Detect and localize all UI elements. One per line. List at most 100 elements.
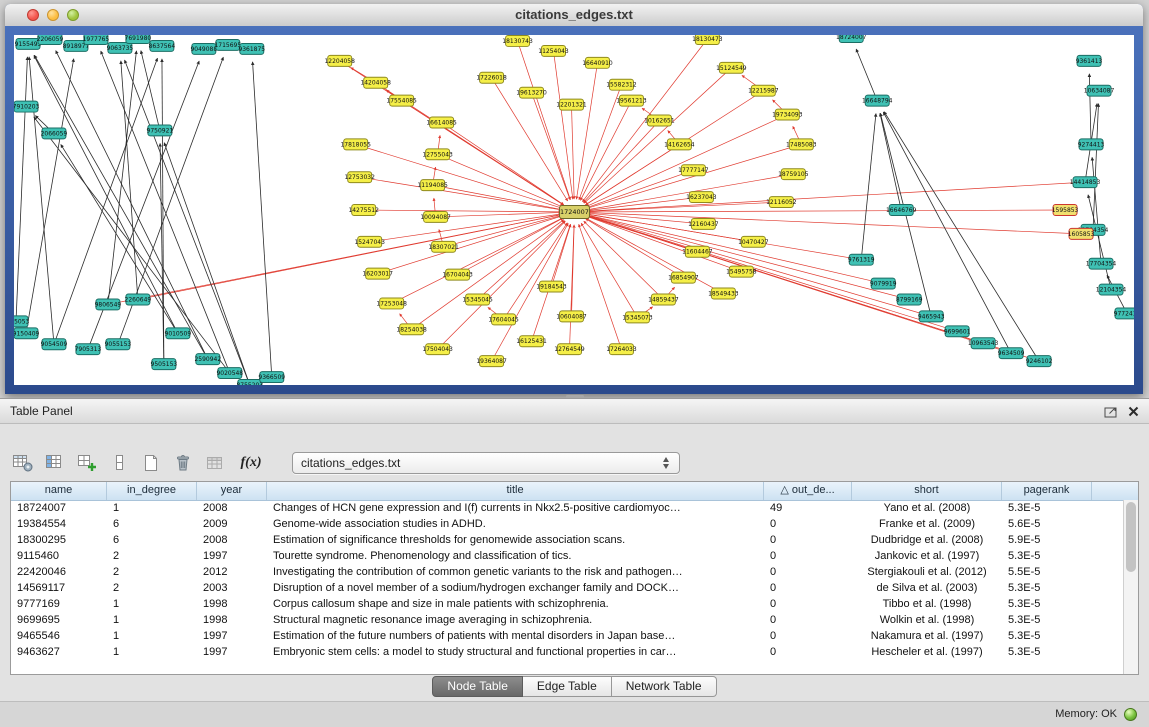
- graph-node[interactable]: 9054509: [41, 339, 68, 350]
- graph-node[interactable]: 16704043: [442, 269, 473, 280]
- table-row[interactable]: 946554611997Estimation of the future num…: [11, 628, 1123, 644]
- graph-node[interactable]: 9361875: [238, 43, 265, 54]
- graph-node[interactable]: 16203017: [362, 268, 393, 279]
- show-columns-button[interactable]: [42, 450, 68, 476]
- column-header-year[interactable]: year: [197, 482, 267, 500]
- graph-node[interactable]: 17253048: [376, 298, 407, 309]
- function-builder-button[interactable]: f(x): [234, 450, 268, 476]
- graph-node[interactable]: 16854907: [668, 272, 699, 283]
- graph-node[interactable]: 12755043: [422, 149, 453, 160]
- graph-node[interactable]: 11254043: [538, 45, 569, 56]
- float-panel-button[interactable]: [1104, 405, 1118, 418]
- graph-node[interactable]: 16646769: [886, 205, 917, 216]
- tab-network-table[interactable]: Network Table: [612, 676, 717, 697]
- table-scrollbar[interactable]: [1123, 500, 1138, 674]
- graph-node[interactable]: 12104354: [1096, 284, 1127, 295]
- graph-node[interactable]: 9010509: [165, 328, 192, 339]
- scrollbar-thumb[interactable]: [1126, 502, 1136, 572]
- graph-node[interactable]: 15124549: [716, 62, 747, 73]
- table-row[interactable]: 1872400712008Changes of HCN gene express…: [11, 500, 1123, 516]
- graph-node[interactable]: 14275512: [348, 205, 379, 216]
- graph-node[interactable]: 10963543: [968, 338, 999, 349]
- graph-node[interactable]: 18759105: [778, 169, 809, 180]
- graph-node[interactable]: 12160437: [688, 218, 719, 229]
- column-header-pagerank[interactable]: pagerank: [1002, 482, 1092, 500]
- graph-node[interactable]: 17264033: [606, 344, 637, 355]
- tab-node-table[interactable]: Node Table: [432, 676, 523, 697]
- table-row[interactable]: 1456911722003Disruption of a novel membe…: [11, 580, 1123, 596]
- graph-node[interactable]: 11604467: [682, 246, 713, 257]
- graph-node[interactable]: 18130743: [502, 35, 533, 46]
- window-titlebar[interactable]: citations_edges.txt: [5, 4, 1143, 27]
- graph-node[interactable]: 14414853: [1070, 177, 1101, 188]
- graph-node[interactable]: 16648794: [862, 95, 893, 106]
- graph-node[interactable]: 7910203: [14, 101, 40, 112]
- graph-node[interactable]: 9361413: [1076, 55, 1103, 66]
- graph-node[interactable]: 10470427: [738, 236, 769, 247]
- graph-node[interactable]: 19734093: [772, 109, 803, 120]
- column-header-name[interactable]: name: [11, 482, 107, 500]
- table-selector-dropdown[interactable]: citations_edges.txt: [292, 452, 680, 474]
- graph-node[interactable]: 7691980: [125, 35, 152, 43]
- graph-node[interactable]: 12215987: [748, 85, 779, 96]
- graph-node[interactable]: 1715695: [214, 39, 241, 50]
- graph-node[interactable]: 17818055: [340, 139, 371, 150]
- graph-node[interactable]: 9761319: [848, 254, 875, 265]
- graph-node[interactable]: 16640910: [582, 57, 613, 68]
- graph-node[interactable]: 15345073: [622, 312, 653, 323]
- graph-node[interactable]: 15247043: [354, 236, 385, 247]
- graph-node[interactable]: 12764549: [554, 344, 585, 355]
- graph-node[interactable]: 9806549: [95, 299, 122, 310]
- graph-node[interactable]: 10094087: [420, 211, 451, 222]
- graph-node[interactable]: 18724007: [836, 35, 867, 42]
- graph-node[interactable]: 19613270: [516, 87, 547, 98]
- graph-node[interactable]: 1595853: [1052, 205, 1079, 216]
- row-options-button[interactable]: [106, 450, 132, 476]
- table-mode-button[interactable]: [10, 450, 36, 476]
- graph-node[interactable]: 1605853: [1068, 228, 1095, 239]
- graph-node[interactable]: 11194085: [417, 180, 448, 191]
- graph-node[interactable]: 12201321: [556, 99, 587, 110]
- graph-node[interactable]: 16237043: [686, 192, 717, 203]
- graph-node[interactable]: 9750921: [147, 125, 174, 136]
- table-row[interactable]: 977716911998Corpus callosum shape and si…: [11, 596, 1123, 612]
- graph-node[interactable]: 17226018: [476, 72, 507, 83]
- graph-node[interactable]: 9505153: [151, 359, 178, 370]
- create-table-button[interactable]: [138, 450, 164, 476]
- graph-node[interactable]: 10604087: [556, 311, 587, 322]
- graph-node[interactable]: 2260649: [125, 294, 152, 305]
- graph-node[interactable]: 14162654: [664, 139, 695, 150]
- graph-node[interactable]: 2066059: [41, 128, 68, 139]
- graph-node[interactable]: 9634509: [998, 348, 1025, 359]
- graph-node[interactable]: 8825053: [14, 316, 30, 327]
- graph-node[interactable]: 1724007: [560, 206, 590, 219]
- graph-node[interactable]: 18130473: [692, 35, 723, 44]
- table-row[interactable]: 2242004622012Investigating the contribut…: [11, 564, 1123, 580]
- graph-node[interactable]: 10634087: [1084, 85, 1115, 96]
- graph-node[interactable]: 18307021: [428, 241, 459, 252]
- graph-node[interactable]: 12753032: [344, 172, 375, 183]
- graph-node[interactable]: 9020548: [216, 368, 243, 379]
- zoom-window-button[interactable]: [67, 9, 79, 21]
- graph-node[interactable]: 10162651: [644, 115, 675, 126]
- graph-node[interactable]: 15495758: [726, 266, 757, 277]
- delete-table-button[interactable]: [170, 450, 196, 476]
- column-header-out_degree[interactable]: △ out_de...: [764, 482, 852, 500]
- graph-node[interactable]: 17485083: [786, 139, 817, 150]
- create-column-button[interactable]: [74, 450, 100, 476]
- tab-edge-table[interactable]: Edge Table: [523, 676, 612, 697]
- graph-node[interactable]: 8799169: [896, 294, 923, 305]
- graph-node[interactable]: 9699601: [944, 326, 971, 337]
- graph-node[interactable]: 16125431: [516, 336, 547, 347]
- import-table-button[interactable]: [202, 450, 228, 476]
- graph-node[interactable]: 12116052: [766, 197, 797, 208]
- graph-node[interactable]: 17504043: [422, 344, 453, 355]
- graph-node[interactable]: 9366509: [258, 372, 285, 383]
- graph-node[interactable]: 17604045: [488, 314, 519, 325]
- graph-node[interactable]: 9246102: [1026, 356, 1053, 367]
- graph-node[interactable]: 9465943: [918, 311, 945, 322]
- graph-node[interactable]: 9274413: [1078, 139, 1105, 150]
- minimize-window-button[interactable]: [47, 9, 59, 21]
- graph-node[interactable]: 12204058: [324, 55, 355, 66]
- table-row[interactable]: 911546021997Tourette syndrome. Phenomeno…: [11, 548, 1123, 564]
